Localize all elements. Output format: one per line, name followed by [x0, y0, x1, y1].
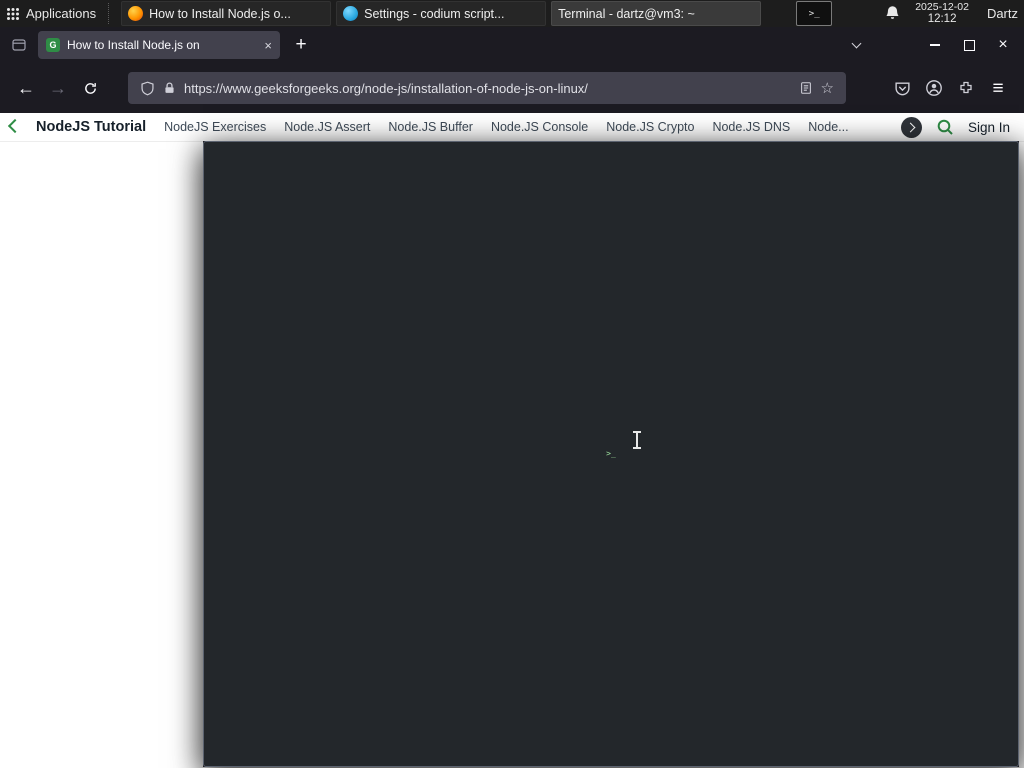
applications-grid-icon	[7, 7, 19, 20]
nav-scroll-right-button[interactable]	[900, 116, 922, 138]
minimize-icon	[930, 44, 940, 46]
new-tab-button[interactable]: +	[288, 32, 314, 58]
gfg-nav-title[interactable]: NodeJS Tutorial	[36, 119, 146, 135]
notifications-bell-icon[interactable]	[884, 5, 901, 22]
taskbar-button-firefox[interactable]: How to Install Node.js o...	[121, 1, 332, 26]
account-icon	[926, 80, 942, 96]
bookmark-star-icon[interactable]: ☆	[821, 81, 834, 96]
app-menu-button[interactable]: ≡	[982, 72, 1014, 104]
gfg-subnav: NodeJS Tutorial NodeJS Exercises Node.JS…	[0, 113, 1024, 142]
lock-icon[interactable]	[163, 81, 176, 95]
gfg-nav-link[interactable]: Node...	[808, 120, 848, 134]
extensions-puzzle-icon	[960, 81, 972, 94]
chevron-down-icon	[851, 38, 861, 49]
applications-menu-button[interactable]: Applications	[0, 0, 106, 27]
browser-tab-active[interactable]: G How to Install Node.js on ×	[38, 31, 280, 59]
gfg-nav-link[interactable]: NodeJS Exercises	[164, 120, 266, 134]
pocket-icon	[894, 81, 910, 95]
list-all-tabs-button[interactable]	[842, 32, 870, 58]
gfg-nav-link[interactable]: Node.JS Assert	[284, 120, 370, 134]
url-bar[interactable]: https://www.geeksforgeeks.org/node-js/in…	[128, 72, 846, 104]
taskbar-button-terminal[interactable]: >_ Terminal - dartz@vm3: ~	[203, 1, 1019, 767]
browser-close-button[interactable]: ×	[988, 32, 1018, 58]
sign-in-button[interactable]: Sign In	[968, 120, 1010, 135]
firefox-view-icon	[12, 39, 26, 51]
taskbar-button-codium[interactable]: Settings - codium script...	[336, 1, 547, 26]
forward-button[interactable]: →	[42, 72, 74, 104]
gfg-nav-right: Sign In	[900, 116, 1014, 138]
codium-icon	[343, 6, 359, 21]
firefox-icon	[128, 6, 144, 21]
clock-date: 2025-12-02	[915, 0, 969, 13]
gfg-nav-link[interactable]: Node.JS DNS	[712, 120, 790, 134]
account-button[interactable]	[918, 72, 950, 104]
tab-title: How to Install Node.js on	[67, 38, 200, 52]
reader-mode-icon[interactable]	[799, 81, 813, 95]
tab-close-icon[interactable]: ×	[264, 39, 272, 52]
hamburger-menu-icon: ≡	[992, 77, 1004, 99]
gfg-nav-link[interactable]: Node.JS Crypto	[606, 120, 694, 134]
taskbar-label: How to Install Node.js o...	[149, 6, 291, 21]
panel-username: Dartz	[986, 6, 1018, 21]
firefox-view-button[interactable]	[6, 32, 32, 58]
clock-time: 12:12	[927, 12, 957, 25]
gfg-nav-link[interactable]: Node.JS Buffer	[388, 120, 473, 134]
terminal-systray-icon[interactable]: >_	[796, 1, 833, 26]
reload-icon	[84, 82, 96, 94]
close-icon: ×	[998, 36, 1008, 53]
desktop: Applications How to Install Node.js o...…	[0, 0, 1024, 768]
panel-clock[interactable]: 2025-12-02 12:12	[915, 1, 969, 26]
tab-bar: G How to Install Node.js on × + ×	[0, 27, 1024, 63]
applications-menu-label: Applications	[26, 6, 97, 21]
url-text[interactable]: https://www.geeksforgeeks.org/node-js/in…	[184, 81, 791, 96]
search-icon[interactable]	[936, 118, 954, 136]
nav-scroll-left-icon[interactable]	[7, 118, 23, 136]
top-panel: Applications How to Install Node.js o...…	[0, 0, 1024, 767]
gfg-nav-link[interactable]: Node.JS Console	[491, 120, 588, 134]
browser-maximize-button[interactable]	[954, 32, 984, 58]
navigation-toolbar: ← → https://www.geeksforgeeks.org/node-j…	[0, 63, 1024, 113]
pocket-button[interactable]	[886, 72, 918, 104]
panel-separator	[108, 3, 114, 24]
back-button[interactable]: ←	[10, 72, 42, 104]
gfg-favicon: G	[46, 38, 60, 52]
reload-button[interactable]	[74, 72, 106, 104]
taskbar-label: Terminal - dartz@vm3: ~	[558, 6, 695, 21]
maximize-icon	[963, 39, 975, 51]
tracking-shield-icon[interactable]	[140, 81, 155, 96]
browser-minimize-button[interactable]	[920, 32, 950, 58]
extensions-button[interactable]	[950, 72, 982, 104]
taskbar-label: Settings - codium script...	[364, 6, 505, 21]
